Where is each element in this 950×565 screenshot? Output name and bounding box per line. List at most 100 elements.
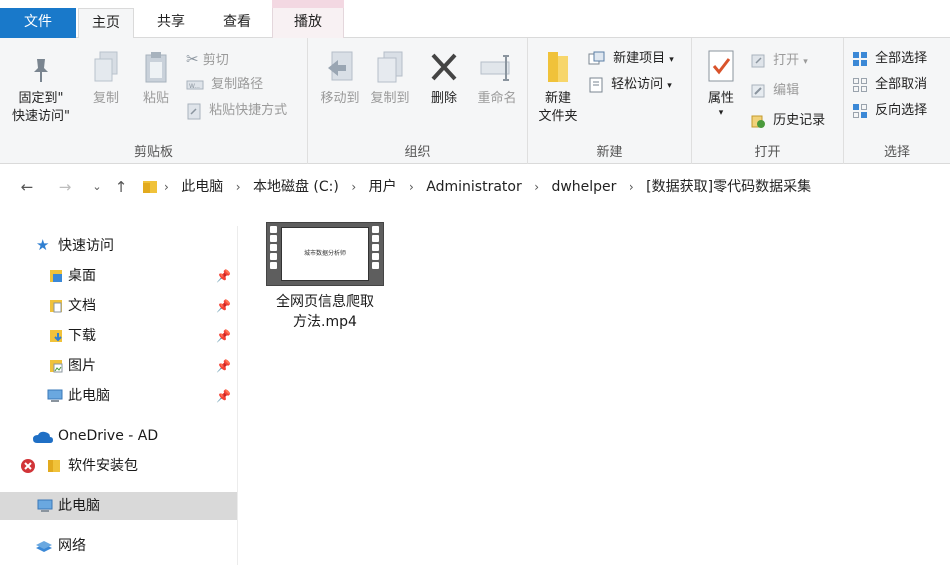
breadcrumb-users[interactable]: 用户	[365, 170, 401, 204]
copy-path-icon: W...	[186, 80, 204, 90]
copy-label: 复制	[92, 91, 119, 106]
pin-icon[interactable]: 📌	[216, 322, 231, 350]
sidebar-item-documents[interactable]: 文档 📌	[0, 292, 237, 320]
pin-icon[interactable]: 📌	[216, 262, 231, 290]
title-bar-strip	[0, 0, 950, 8]
sidebar-item-desktop[interactable]: 桌面 📌	[0, 262, 237, 290]
breadcrumb-dwhelper[interactable]: dwhelper	[547, 170, 620, 204]
edit-button[interactable]: 编辑	[750, 80, 799, 102]
select-group: 全部选择 全部取消 反向选择 选择	[844, 38, 950, 164]
open-group-label: 打开	[754, 145, 781, 160]
tab-share[interactable]: 共享	[144, 8, 198, 38]
svg-text:W...: W...	[189, 83, 200, 90]
network-icon	[36, 541, 52, 552]
pin-icon[interactable]: 📌	[216, 352, 231, 380]
breadcrumb-local-disk[interactable]: 本地磁盘 (C:)	[249, 170, 343, 204]
tab-home[interactable]: 主页	[78, 8, 134, 39]
desktop-folder-icon	[50, 270, 62, 282]
open-label: 打开	[773, 53, 800, 68]
forward-arrow-icon[interactable]: →	[54, 176, 76, 198]
sidebar-item-network[interactable]: 网络	[0, 532, 237, 560]
select-none-icon	[853, 77, 867, 92]
delete-label: 删除	[430, 91, 457, 106]
invert-selection-button[interactable]: 反向选择	[852, 100, 927, 122]
move-to-button[interactable]: 移动到	[316, 50, 364, 108]
sidebar-item-label: 此电脑	[58, 498, 100, 514]
properties-button[interactable]: 属性 ▾	[698, 48, 744, 118]
sidebar-item-quick-access[interactable]: ★ 快速访问	[0, 232, 237, 260]
select-all-button[interactable]: 全部选择	[852, 48, 927, 70]
sidebar-item-software[interactable]: 软件安装包	[0, 452, 237, 480]
copy-to-button[interactable]: 复制到	[366, 50, 414, 108]
sidebar-item-label: 桌面	[68, 268, 96, 284]
ribbon-tab-bar: 文件 主页 共享 查看 播放	[0, 8, 950, 39]
open-button[interactable]: 打开 ▾	[750, 50, 808, 72]
pin-icon[interactable]: 📌	[216, 382, 231, 410]
copy-path-button[interactable]: W... 复制路径	[186, 74, 263, 96]
tab-play[interactable]: 播放	[272, 8, 344, 38]
new-folder-line1: 新建	[544, 91, 571, 106]
sidebar-item-this-pc[interactable]: 此电脑	[0, 492, 237, 520]
move-to-label: 移动到	[320, 91, 360, 106]
rename-icon	[480, 55, 510, 81]
breadcrumb-administrator[interactable]: Administrator	[422, 170, 525, 204]
sidebar-item-label: 文档	[68, 298, 96, 314]
documents-folder-icon	[50, 300, 62, 313]
organize-group-label: 组织	[404, 145, 431, 160]
move-to-icon	[328, 51, 353, 81]
sidebar-item-this-pc-pinned[interactable]: 此电脑 📌	[0, 382, 237, 410]
tab-file[interactable]: 文件	[0, 8, 76, 38]
select-none-label: 全部取消	[875, 77, 928, 92]
copy-button[interactable]: 复制	[84, 50, 128, 108]
thumbnail-text: 城市数据分析师	[303, 250, 346, 257]
history-button[interactable]: 历史记录	[750, 110, 825, 132]
back-arrow-icon[interactable]: ←	[16, 176, 38, 198]
pin-to-quick-access-button[interactable]: 固定到" 快速访问"	[6, 56, 76, 126]
file-list: 城市数据分析师 全网页信息爬取 方法.mp4	[239, 210, 950, 565]
film-strip-icon	[372, 226, 380, 271]
select-none-button[interactable]: 全部取消	[852, 74, 927, 96]
breadcrumb-separator-icon: ›	[534, 180, 539, 194]
delete-button[interactable]: 删除	[424, 50, 464, 108]
sidebar-item-onedrive[interactable]: OneDrive - AD	[0, 422, 237, 450]
downloads-folder-icon	[50, 330, 62, 342]
properties-label: 属性	[707, 91, 734, 106]
sidebar-item-pictures[interactable]: 图片 📌	[0, 352, 237, 380]
new-folder-button[interactable]: 新建 文件夹	[532, 48, 584, 126]
thumbnail-frame: 城市数据分析师	[281, 227, 369, 281]
sidebar-item-label: OneDrive - AD	[58, 428, 159, 444]
new-item-button[interactable]: 新建项目 ▾	[588, 48, 674, 70]
pin-icon[interactable]: 📌	[216, 292, 231, 320]
recent-locations-chevron-icon[interactable]: ⌄	[86, 176, 108, 198]
new-group-label: 新建	[596, 145, 623, 160]
context-tab-band	[272, 0, 344, 8]
paste-shortcut-icon	[187, 103, 201, 119]
easy-access-button[interactable]: 轻松访问 ▾	[588, 74, 672, 96]
breadcrumb-current-folder[interactable]: [数据获取]零代码数据采集	[642, 170, 815, 204]
scissors-icon: ✂	[186, 50, 199, 68]
rename-button[interactable]: 重命名	[470, 50, 524, 108]
breadcrumb[interactable]: › 此电脑 › 本地磁盘 (C:) › 用户 › Administrator ›…	[160, 170, 815, 204]
history-icon	[751, 115, 765, 128]
paste-button[interactable]: 粘贴	[134, 50, 178, 108]
sidebar-item-label: 快速访问	[58, 238, 114, 254]
file-name-line2: 方法.mp4	[293, 314, 357, 330]
file-item[interactable]: 城市数据分析师 全网页信息爬取 方法.mp4	[261, 222, 389, 332]
breadcrumb-separator-icon: ›	[235, 180, 241, 194]
sidebar-item-downloads[interactable]: 下载 📌	[0, 322, 237, 350]
paste-label: 粘贴	[142, 91, 169, 106]
film-strip-icon	[270, 226, 278, 271]
cloud-icon	[33, 431, 53, 443]
cut-button[interactable]: ✂ 剪切	[186, 48, 229, 70]
breadcrumb-this-pc[interactable]: 此电脑	[177, 170, 227, 204]
folder-icon	[143, 181, 157, 193]
tab-view[interactable]: 查看	[208, 8, 266, 38]
copy-to-icon	[377, 51, 403, 83]
new-folder-line2: 文件夹	[538, 109, 578, 124]
open-group: 属性 ▾ 打开 ▾ 编辑 历史记录 打开	[692, 38, 844, 164]
new-item-label: 新建项目	[613, 51, 666, 66]
paste-shortcut-button[interactable]: 粘贴快捷方式	[186, 100, 287, 122]
properties-check-icon	[708, 50, 734, 82]
up-arrow-icon[interactable]: ↑	[110, 176, 132, 198]
easy-access-label: 轻松访问	[611, 77, 664, 92]
